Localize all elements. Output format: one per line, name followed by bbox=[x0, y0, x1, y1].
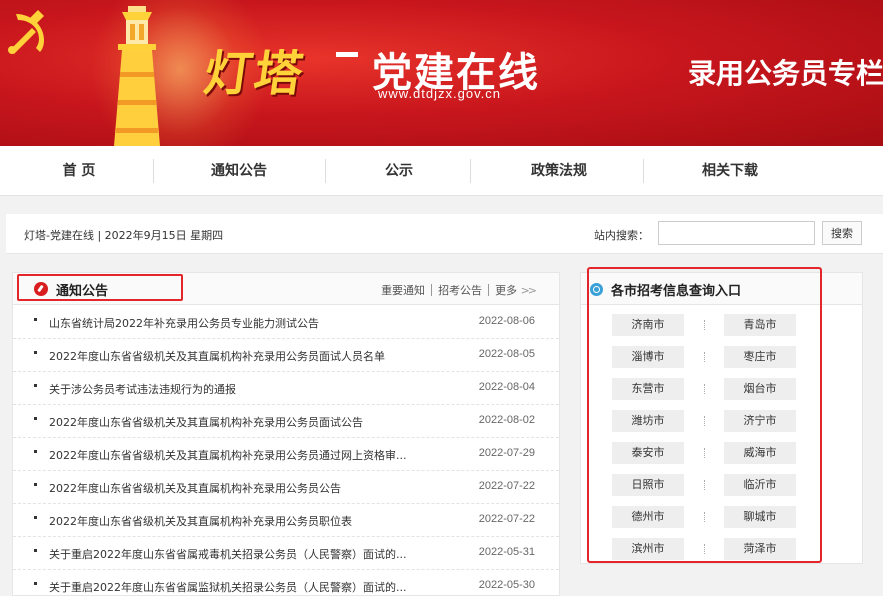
city-separator bbox=[704, 320, 705, 330]
list-item-date: 2022-07-29 bbox=[478, 447, 535, 459]
nav-separator bbox=[153, 159, 154, 183]
city-separator bbox=[704, 512, 705, 522]
list-item-date: 2022-08-06 bbox=[478, 315, 535, 327]
link-more[interactable]: 更多 >> bbox=[491, 284, 539, 297]
city-button[interactable]: 泰安市 bbox=[612, 442, 684, 464]
list-item[interactable]: 关于重启2022年度山东省省属监狱机关招录公务员（人民警察）面试的... 2022… bbox=[13, 570, 559, 596]
lighthouse-icon bbox=[114, 6, 160, 146]
link-divider bbox=[431, 284, 433, 296]
link-divider bbox=[488, 284, 490, 296]
list-item[interactable]: 山东省统计局2022年补充录用公务员专业能力测试公告 2022-08-06 bbox=[13, 306, 559, 339]
list-item-title[interactable]: 关于重启2022年度山东省省属戒毒机关招录公务员（人民警察）面试的... bbox=[49, 546, 406, 562]
search-button[interactable]: 搜索 bbox=[822, 221, 862, 245]
city-button[interactable]: 东营市 bbox=[612, 378, 684, 400]
search-input[interactable] bbox=[658, 221, 815, 245]
city-button[interactable]: 德州市 bbox=[612, 506, 684, 528]
nav-item-downloads[interactable]: 相关下载 bbox=[655, 146, 805, 196]
main-nav: 首 页 通知公告 公示 政策法规 相关下载 bbox=[0, 146, 883, 196]
city-button[interactable]: 滨州市 bbox=[612, 538, 684, 560]
list-item[interactable]: 2022年度山东省省级机关及其直属机构补充录用公务员职位表 2022-07-22 bbox=[13, 504, 559, 537]
list-item-date: 2022-08-05 bbox=[478, 348, 535, 360]
list-item-date: 2022-05-31 bbox=[478, 546, 535, 558]
city-button[interactable]: 青岛市 bbox=[724, 314, 796, 336]
city-button[interactable]: 济宁市 bbox=[724, 410, 796, 432]
banner-title: 录用公务员专栏 bbox=[688, 57, 883, 90]
city-separator bbox=[704, 448, 705, 458]
city-panel-header: 各市招考信息查询入口 bbox=[581, 273, 862, 305]
bullet-icon bbox=[34, 384, 37, 387]
party-emblem-icon bbox=[8, 10, 44, 54]
city-separator bbox=[704, 544, 705, 554]
list-item-date: 2022-07-22 bbox=[478, 480, 535, 492]
city-button[interactable]: 枣庄市 bbox=[724, 346, 796, 368]
city-button[interactable]: 日照市 bbox=[612, 474, 684, 496]
bullet-icon bbox=[34, 318, 37, 321]
search-label: 站内搜索： bbox=[594, 229, 649, 242]
city-button[interactable]: 济南市 bbox=[612, 314, 684, 336]
list-item-title[interactable]: 2022年度山东省省级机关及其直属机构补充录用公务员面试公告 bbox=[49, 414, 363, 430]
list-item-date: 2022-05-30 bbox=[478, 579, 535, 591]
city-separator bbox=[704, 352, 705, 362]
bullet-icon bbox=[34, 516, 37, 519]
bullet-icon bbox=[34, 549, 37, 552]
list-item[interactable]: 关于重启2022年度山东省省属戒毒机关招录公务员（人民警察）面试的... 2022… bbox=[13, 537, 559, 570]
list-item-title[interactable]: 关于重启2022年度山东省省属监狱机关招录公务员（人民警察）面试的... bbox=[49, 579, 406, 595]
nav-separator bbox=[470, 159, 471, 183]
city-panel-title: 各市招考信息查询入口 bbox=[611, 284, 742, 299]
list-item[interactable]: 2022年度山东省省级机关及其直属机构补充录用公务员面试公告 2022-08-02 bbox=[13, 405, 559, 438]
city-button[interactable]: 聊城市 bbox=[724, 506, 796, 528]
notice-panel: 通知公告 重要通知 招考公告 更多 >> 山东省统计局2022年补充录用公务员专业能… bbox=[12, 272, 560, 596]
breadcrumb: 灯塔-党建在线 | 2022年9月15日 星期四 bbox=[24, 229, 224, 242]
link-more-label: 更多 bbox=[495, 284, 518, 297]
city-button[interactable]: 威海市 bbox=[724, 442, 796, 464]
nav-separator bbox=[643, 159, 644, 183]
notice-list: 山东省统计局2022年补充录用公务员专业能力测试公告 2022-08-06 202… bbox=[13, 306, 559, 596]
list-item-title[interactable]: 2022年度山东省省级机关及其直属机构补充录用公务员面试人员名单 bbox=[49, 348, 385, 364]
list-item[interactable]: 2022年度山东省省级机关及其直属机构补充录用公务员通过网上资格审... 2022… bbox=[13, 438, 559, 471]
notice-panel-header: 通知公告 重要通知 招考公告 更多 >> bbox=[13, 273, 559, 305]
city-separator bbox=[704, 416, 705, 426]
logo-dash bbox=[336, 52, 358, 57]
list-item-title[interactable]: 2022年度山东省省级机关及其直属机构补充录用公务员公告 bbox=[49, 480, 341, 496]
site-banner: 灯塔 党建在线 www.dtdjzx.gov.cn 录用公务员专栏 bbox=[0, 0, 883, 146]
list-item[interactable]: 关于涉公务员考试违法违规行为的通报 2022-08-04 bbox=[13, 372, 559, 405]
bullet-icon bbox=[34, 450, 37, 453]
nav-item-policies[interactable]: 政策法规 bbox=[484, 146, 634, 196]
list-item-title[interactable]: 山东省统计局2022年补充录用公务员专业能力测试公告 bbox=[49, 315, 319, 331]
city-button[interactable]: 潍坊市 bbox=[612, 410, 684, 432]
list-item-title[interactable]: 2022年度山东省省级机关及其直属机构补充录用公务员职位表 bbox=[49, 513, 352, 529]
double-chevron-right-icon: >> bbox=[520, 284, 538, 297]
city-button[interactable]: 临沂市 bbox=[724, 474, 796, 496]
bullet-icon bbox=[34, 417, 37, 420]
list-item-date: 2022-07-22 bbox=[478, 513, 535, 525]
bullet-icon bbox=[34, 351, 37, 354]
logo-url: www.dtdjzx.gov.cn bbox=[378, 86, 501, 101]
city-button[interactable]: 淄博市 bbox=[612, 346, 684, 368]
logo-chars: 灯塔 bbox=[200, 46, 309, 102]
list-item[interactable]: 2022年度山东省省级机关及其直属机构补充录用公务员公告 2022-07-22 bbox=[13, 471, 559, 504]
city-separator bbox=[704, 480, 705, 490]
highlight-box bbox=[17, 274, 183, 301]
nav-item-notices[interactable]: 通知公告 bbox=[164, 146, 314, 196]
city-button[interactable]: 菏泽市 bbox=[724, 538, 796, 560]
nav-item-publicity[interactable]: 公示 bbox=[324, 146, 474, 196]
notice-panel-links: 重要通知 招考公告 更多 >> bbox=[377, 282, 539, 298]
bullet-icon bbox=[34, 483, 37, 486]
list-item-title[interactable]: 关于涉公务员考试违法违规行为的通报 bbox=[49, 381, 236, 397]
link-exam-notices[interactable]: 招考公告 bbox=[434, 284, 486, 297]
list-item-date: 2022-08-04 bbox=[478, 381, 535, 393]
list-item[interactable]: 2022年度山东省省级机关及其直属机构补充录用公务员面试人员名单 2022-08-… bbox=[13, 339, 559, 372]
search-icon bbox=[590, 283, 603, 296]
nav-item-home[interactable]: 首 页 bbox=[4, 146, 154, 196]
info-bar: 灯塔-党建在线 | 2022年9月15日 星期四 站内搜索： 搜索 bbox=[6, 214, 883, 254]
list-item-date: 2022-08-02 bbox=[478, 414, 535, 426]
link-important-notices[interactable]: 重要通知 bbox=[377, 284, 429, 297]
city-button[interactable]: 烟台市 bbox=[724, 378, 796, 400]
city-separator bbox=[704, 384, 705, 394]
bullet-icon bbox=[34, 582, 37, 585]
list-item-title[interactable]: 2022年度山东省省级机关及其直属机构补充录用公务员通过网上资格审... bbox=[49, 447, 406, 463]
city-panel: 各市招考信息查询入口 济南市 青岛市 淄博市 枣庄市 东营市 烟台市 潍坊市 济… bbox=[580, 267, 863, 564]
